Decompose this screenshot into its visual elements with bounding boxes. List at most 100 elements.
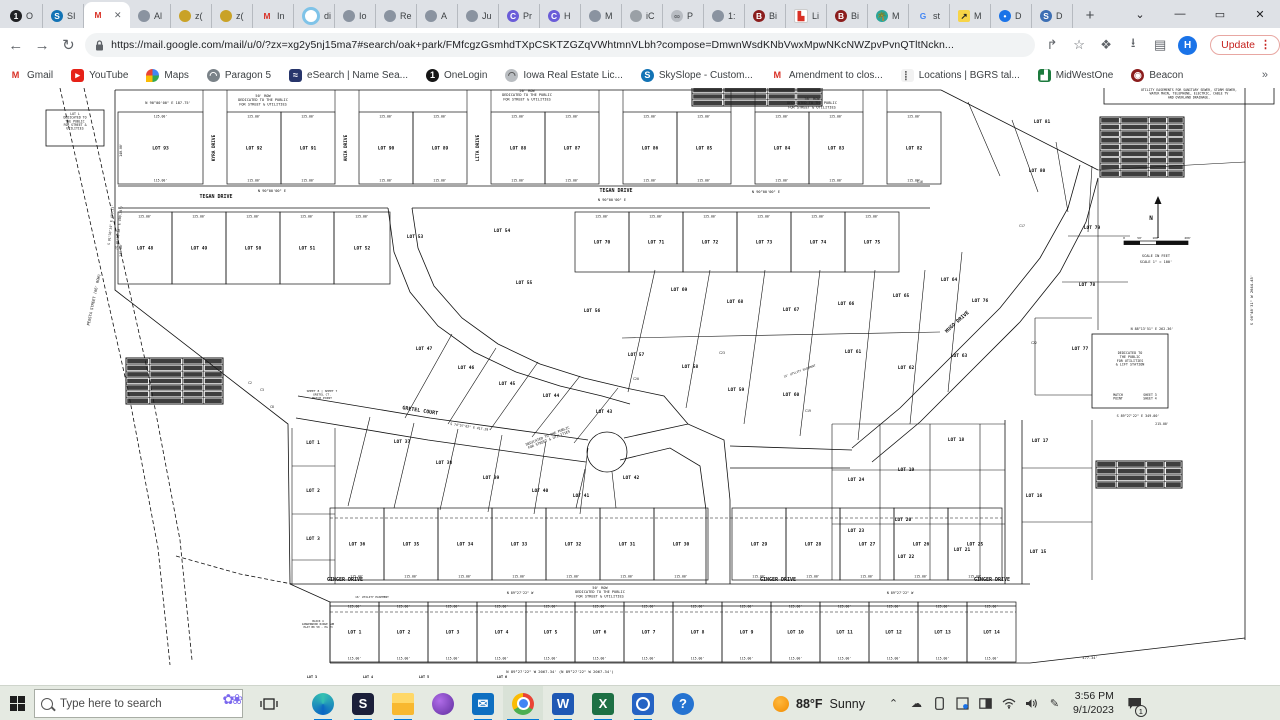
bookmark-item[interactable]: ◉Beacon [1122, 69, 1192, 82]
lot-dimension: 115.00' [512, 575, 526, 579]
bookmark-item[interactable]: ≈eSearch | Name Sea... [280, 69, 417, 82]
browser-tab[interactable]: •D [991, 4, 1032, 28]
street-name: KYRA DRIVE [211, 134, 217, 161]
taskbar-app-chrome[interactable] [503, 686, 543, 720]
street-name: GINGER DRIVE [327, 577, 363, 583]
map-annotation: C19 [805, 409, 811, 413]
reload-button[interactable]: ↻ [58, 32, 79, 58]
action-center-button[interactable]: 1 [1122, 686, 1148, 720]
taskbar-search-input[interactable]: Type here to search ✿❀ [34, 689, 243, 718]
browser-tab[interactable]: Al [130, 4, 171, 28]
browser-tab[interactable]: ∞P [663, 4, 704, 28]
browser-tab[interactable]: CH [540, 4, 581, 28]
bookmark-item[interactable]: 1OneLogin [417, 69, 496, 82]
bookmark-item[interactable]: MGmail [0, 69, 62, 82]
lot-number: LOT 37 [394, 439, 411, 445]
extensions-icon[interactable]: ❖ [1097, 36, 1115, 54]
browser-tab[interactable]: MIn [253, 4, 294, 28]
side-panel-icon[interactable]: ▤ [1151, 36, 1169, 54]
plat-map-document[interactable]: LOT 93125.00'115.00'LOT 92125.00'115.00'… [0, 88, 1280, 685]
bookmark-star-icon[interactable]: ☆ [1070, 36, 1088, 54]
browser-tab[interactable]: ↗M [950, 4, 991, 28]
browser-tab[interactable]: ▙Li [786, 4, 827, 28]
weather-widget[interactable]: 88°F Sunny [773, 696, 865, 712]
minimize-button[interactable]: — [1160, 0, 1200, 28]
taskbar-app-blue-cam[interactable] [623, 686, 663, 720]
taskbar-app-purple[interactable] [423, 686, 463, 720]
taskbar-app-help[interactable]: ? [663, 686, 703, 720]
forward-button[interactable]: → [31, 32, 52, 58]
tray-expand-icon[interactable]: ⌃ [885, 695, 902, 712]
bookmarks-overflow-icon[interactable]: » [1262, 69, 1268, 81]
bookmark-item[interactable]: ◠Iowa Real Estate Lic... [496, 69, 632, 82]
share-icon[interactable]: ↱ [1043, 36, 1061, 54]
bookmark-item[interactable]: SSkySlope - Custom... [632, 69, 762, 82]
start-button[interactable] [0, 686, 34, 720]
browser-tab[interactable]: 🌴M [868, 4, 909, 28]
download-icon[interactable]: ⭳ [1124, 36, 1142, 54]
browser-tab[interactable]: z( [212, 4, 253, 28]
search-highlight-flowers-icon[interactable]: ✿❀ [223, 691, 240, 708]
bookmark-item[interactable]: ▸YouTube [62, 69, 137, 82]
bookmark-item[interactable]: ▟MidWestOne [1029, 69, 1123, 82]
taskbar-app-dark-s[interactable]: S [343, 686, 383, 720]
browser-menu-icon[interactable]: ⋮ [1260, 38, 1271, 51]
browser-tab[interactable]: iC [622, 4, 663, 28]
lot-number: LOT 17 [1032, 438, 1049, 444]
browser-tab[interactable]: 1: [704, 4, 745, 28]
browser-tab[interactable]: SSI [43, 4, 84, 28]
pen-icon[interactable]: ✎ [1046, 695, 1063, 712]
display-icon[interactable] [977, 695, 994, 712]
app-window-icon[interactable] [954, 695, 971, 712]
close-button[interactable]: ✕ [1240, 0, 1280, 28]
back-button[interactable]: ← [5, 32, 26, 58]
task-view-button[interactable] [249, 686, 289, 720]
browser-tab[interactable]: Ju [458, 4, 499, 28]
lot-dimension: 125.00' [703, 214, 717, 218]
maximize-button[interactable]: ▭ [1200, 0, 1240, 28]
profile-avatar[interactable]: H [1178, 36, 1197, 55]
address-bar[interactable]: https://mail.google.com/mail/u/0/?zx=xg2… [85, 33, 1035, 57]
browser-tab[interactable]: BBi [827, 4, 868, 28]
favicon: C [548, 10, 560, 22]
taskbar-app-explorer[interactable] [383, 686, 423, 720]
map-annotation: LOT LDEDICATED TOTHE PUBLICFOR STREET &U… [63, 112, 86, 131]
browser-tab[interactable]: BBi [745, 4, 786, 28]
onedrive-cloud-icon[interactable]: ☁ [908, 695, 925, 712]
browser-tab-active[interactable]: M✕ [84, 2, 130, 28]
tab-close-icon[interactable]: ✕ [114, 10, 122, 21]
favicon: S [641, 69, 654, 82]
new-tab-button[interactable]: + [1077, 2, 1103, 28]
browser-tab[interactable]: M [581, 4, 622, 28]
volume-icon[interactable] [1023, 695, 1040, 712]
taskbar-app-word[interactable]: W [543, 686, 583, 720]
taskbar-app-excel[interactable]: X [583, 686, 623, 720]
browser-tab[interactable]: di [294, 4, 335, 28]
browser-tab[interactable]: CPr [499, 4, 540, 28]
bookmark-label: YouTube [89, 70, 128, 81]
bookmark-item[interactable]: ⡇Locations | BGRS tal... [892, 69, 1029, 82]
browser-tab[interactable]: Gst [909, 4, 950, 28]
browser-tab[interactable]: z( [171, 4, 212, 28]
phone-link-icon[interactable] [931, 695, 948, 712]
lot-dimension: 125.00' [985, 604, 999, 608]
table-cell-text [183, 372, 202, 377]
lot-dimension: 115.00' [887, 657, 901, 661]
browser-tab[interactable]: 1O [2, 4, 43, 28]
tab-search-button[interactable]: ⌄ [1120, 0, 1160, 28]
lot-number: LOT 38 [436, 460, 453, 466]
wifi-icon[interactable] [1000, 695, 1017, 712]
browser-tab[interactable]: Re [376, 4, 417, 28]
browser-tab[interactable]: SD [1032, 4, 1073, 28]
map-annotation: 16' UTILITY EASEMENT [355, 595, 389, 599]
browser-tab[interactable]: A [417, 4, 458, 28]
bookmark-item[interactable]: Maps [137, 69, 197, 82]
taskbar-clock[interactable]: 3:56 PM 9/1/2023 [1073, 690, 1114, 716]
browser-tab[interactable]: Io [335, 4, 376, 28]
update-button[interactable]: Update ⋮ [1210, 35, 1280, 55]
table-cell-text [150, 372, 181, 377]
taskbar-app-edge[interactable] [303, 686, 343, 720]
bookmark-item[interactable]: MAmendment to clos... [762, 69, 892, 82]
taskbar-app-mail[interactable]: ✉ [463, 686, 503, 720]
bookmark-item[interactable]: ◠Paragon 5 [198, 69, 280, 82]
